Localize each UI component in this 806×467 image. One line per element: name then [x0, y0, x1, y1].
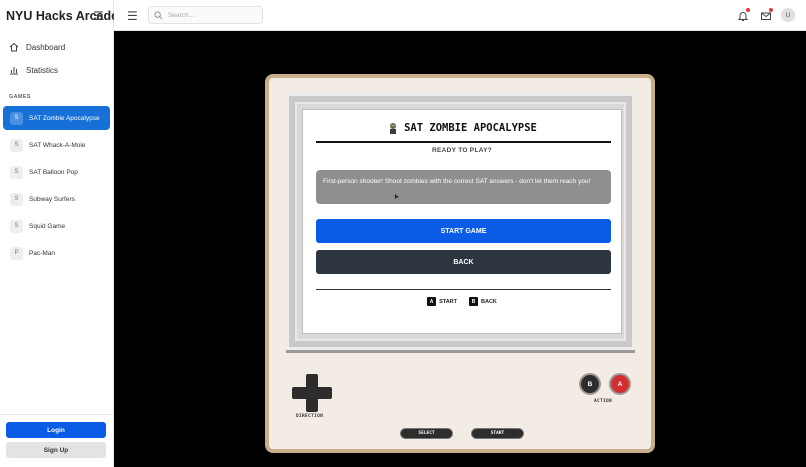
mouse-cursor-icon — [395, 194, 399, 199]
game-stage: SAT ZOMBIE APOCALYPSE READY TO PLAY? Fir… — [114, 31, 806, 467]
dpad[interactable] — [292, 374, 332, 412]
game-label: Subway Surfers — [29, 195, 75, 203]
hint-back: B BACK — [469, 297, 497, 306]
a-button[interactable]: A — [609, 373, 631, 395]
game-description-box: First-person shooter! Shoot zombies with… — [316, 170, 611, 204]
ready-subtitle: READY TO PLAY? — [431, 147, 493, 154]
message-dot — [769, 8, 773, 12]
game-label: Squid Game — [29, 222, 66, 230]
games-section-label: GAMES — [9, 94, 31, 100]
game-avatar: S — [10, 192, 23, 206]
b-button[interactable]: B — [579, 373, 601, 395]
hint-back-label: BACK — [481, 298, 497, 305]
messages-button[interactable] — [760, 8, 773, 21]
game-label: SAT Whack-A-Mole — [29, 141, 86, 149]
sidebar-item-sat-balloon-pop[interactable]: S SAT Balloon Pop — [3, 160, 110, 184]
start-game-button[interactable]: START GAME — [316, 219, 611, 243]
game-avatar: S — [10, 219, 23, 233]
select-button[interactable]: SELECT — [400, 428, 453, 439]
search-input[interactable] — [168, 11, 258, 19]
sidebar-item-pac-man[interactable]: P Pac-Man — [3, 241, 110, 265]
sidebar-item-sat-zombie-apocalypse[interactable]: S SAT Zombie Apocalypse — [3, 106, 110, 130]
screen-bezel: SAT ZOMBIE APOCALYPSE READY TO PLAY? Fir… — [286, 93, 635, 350]
key-b-icon: B — [469, 297, 479, 306]
hint-start-label: START — [439, 298, 458, 305]
bar-chart-icon — [10, 67, 18, 75]
dpad-vertical[interactable] — [306, 374, 318, 412]
hint-start: A START — [427, 297, 457, 306]
nav-dashboard-label: Dashboard — [26, 42, 66, 52]
game-avatar: S — [10, 138, 23, 152]
top-bar: ☰ U — [114, 0, 806, 31]
game-avatar: S — [10, 165, 23, 179]
nav-statistics-label: Statistics — [26, 65, 59, 75]
sidebar-divider — [0, 414, 114, 415]
signup-button[interactable]: Sign Up — [6, 442, 106, 458]
action-label: ACTION — [594, 399, 613, 404]
game-screen: SAT ZOMBIE APOCALYPSE READY TO PLAY? Fir… — [302, 109, 622, 334]
game-label: Pac-Man — [29, 249, 56, 257]
menu-icon[interactable]: ☰ — [127, 9, 138, 23]
game-label: SAT Zombie Apocalypse — [29, 114, 100, 122]
game-description: First-person shooter! Shoot zombies with… — [323, 178, 591, 185]
game-title-text: SAT ZOMBIE APOCALYPSE — [404, 122, 537, 134]
sidebar-collapse-icon[interactable]: ☰ — [93, 9, 104, 23]
handheld-console: SAT ZOMBIE APOCALYPSE READY TO PLAY? Fir… — [265, 74, 655, 453]
sidebar-item-subway-surfers[interactable]: S Subway Surfers — [3, 187, 110, 211]
search-box[interactable] — [148, 6, 263, 24]
user-avatar[interactable]: U — [781, 8, 795, 22]
zombie-icon — [390, 123, 397, 134]
game-title: SAT ZOMBIE APOCALYPSE — [303, 122, 621, 134]
notification-dot — [746, 8, 750, 12]
key-hints: A START B BACK — [303, 297, 621, 306]
nav-statistics[interactable]: Statistics — [9, 65, 58, 75]
sidebar: NYU Hacks Arcade ☰ Dashboard Statistics … — [0, 0, 118, 467]
game-label: SAT Balloon Pop — [29, 168, 78, 176]
hints-divider — [316, 289, 611, 290]
login-button[interactable]: Login — [6, 422, 106, 438]
sidebar-item-squid-game[interactable]: S Squid Game — [3, 214, 110, 238]
nav-dashboard[interactable]: Dashboard — [9, 42, 65, 52]
direction-label: DIRECTION — [296, 414, 324, 419]
search-icon — [154, 10, 163, 19]
sidebar-item-sat-whack-a-mole[interactable]: S SAT Whack-A-Mole — [3, 133, 110, 157]
title-divider — [316, 141, 611, 143]
key-a-icon: A — [427, 297, 437, 306]
game-avatar: S — [10, 111, 23, 125]
console-start-button[interactable]: START — [471, 428, 524, 439]
back-button[interactable]: BACK — [316, 250, 611, 274]
game-avatar: P — [10, 246, 23, 260]
notifications-button[interactable] — [737, 8, 750, 21]
home-icon — [9, 42, 19, 52]
